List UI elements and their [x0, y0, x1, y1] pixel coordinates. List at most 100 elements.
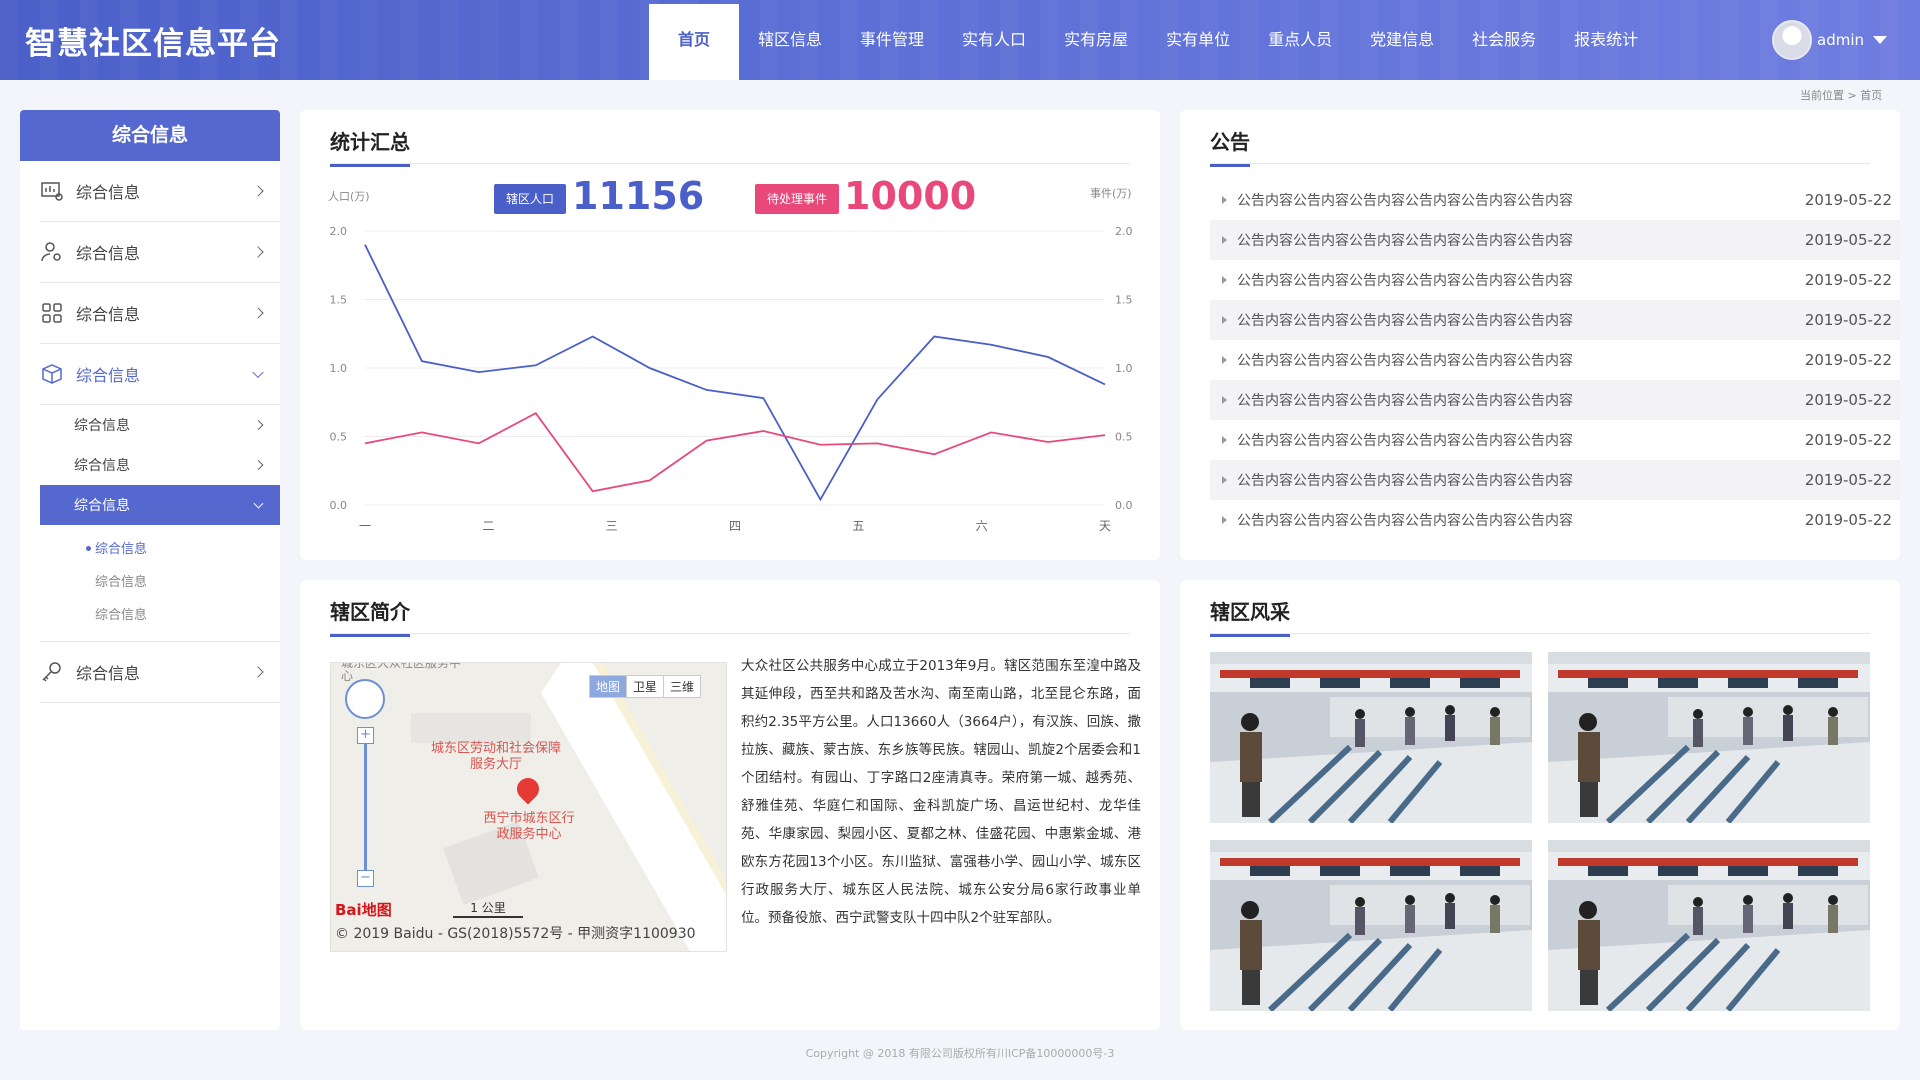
notice-text[interactable]: 公告内容公告内容公告内容公告内容公告内容公告内容 — [1237, 310, 1780, 330]
notice-panel: 公告 公告内容公告内容公告内容公告内容公告内容公告内容 2019-05-22 公告内… — [1180, 110, 1900, 560]
notice-date: 2019-05-22 — [1804, 271, 1892, 289]
gallery-photo[interactable] — [1548, 652, 1870, 823]
sidebar-item-5[interactable]: 综合信息 — [40, 642, 280, 703]
map-copyright: © 2019 Baidu - GS(2018)5572号 - 甲测资字11009… — [335, 926, 696, 942]
y-tick-label: 2.0 — [330, 225, 348, 238]
sidebar-subitem-2[interactable]: 综合信息 — [40, 445, 280, 485]
sidebar-item-3[interactable]: 综合信息 — [40, 283, 280, 344]
baidu-map[interactable]: 城东区大众社区服务中心 地图 卫星 三维 + − 城东区劳动和社会保障服务大厅 … — [330, 662, 727, 952]
avatar[interactable] — [1772, 20, 1812, 60]
notice-row[interactable]: 公告内容公告内容公告内容公告内容公告内容公告内容 2019-05-22 — [1210, 420, 1900, 460]
caret-down-icon[interactable] — [1873, 36, 1887, 44]
y-tick-label: 2.0 — [1115, 225, 1133, 238]
map-zoom-slider[interactable] — [364, 733, 367, 873]
user-name[interactable]: admin — [1817, 31, 1864, 49]
notice-row[interactable]: 公告内容公告内容公告内容公告内容公告内容公告内容 2019-05-22 — [1210, 340, 1900, 380]
notice-row[interactable]: 公告内容公告内容公告内容公告内容公告内容公告内容 2019-05-22 — [1210, 500, 1900, 540]
notice-row[interactable]: 公告内容公告内容公告内容公告内容公告内容公告内容 2019-05-22 — [1210, 300, 1900, 340]
notice-text[interactable]: 公告内容公告内容公告内容公告内容公告内容公告内容 — [1237, 430, 1780, 450]
y-tick-label: 0.5 — [1115, 431, 1133, 444]
notice-text[interactable]: 公告内容公告内容公告内容公告内容公告内容公告内容 — [1237, 390, 1780, 410]
nav-social-service[interactable]: 社会服务 — [1453, 4, 1555, 80]
gallery-photo[interactable] — [1210, 652, 1532, 823]
nav-population[interactable]: 实有人口 — [943, 4, 1045, 80]
notice-row[interactable]: 公告内容公告内容公告内容公告内容公告内容公告内容 2019-05-22 — [1210, 460, 1900, 500]
box-icon — [42, 364, 62, 384]
sidebar-subitem-3[interactable]: 综合信息 — [40, 485, 280, 525]
chevron-right-icon — [252, 246, 264, 258]
bullet-icon — [1222, 236, 1227, 244]
gallery-photo[interactable] — [1210, 840, 1532, 1011]
baidu-logo: Bai地图 — [335, 901, 392, 919]
series-line-2 — [364, 412, 1106, 493]
notice-row[interactable]: 公告内容公告内容公告内容公告内容公告内容公告内容 2019-05-22 — [1210, 180, 1900, 220]
nav-district-info[interactable]: 辖区信息 — [739, 4, 841, 80]
sidebar: 综合信息 综合信息 综合信息 综合信息 综合信息 综合信息 综合信息 综合信息 … — [20, 110, 280, 1030]
nav-housing[interactable]: 实有房屋 — [1045, 4, 1147, 80]
intro-panel: 辖区简介 城东区大众社区服务中心 地图 卫星 三维 + − 城东区劳动和社会保障… — [300, 580, 1160, 1030]
map-pan-control[interactable] — [345, 679, 385, 719]
sidebar-subitem-1[interactable]: 综合信息 — [40, 405, 280, 445]
nav-key-persons[interactable]: 重点人员 — [1249, 4, 1351, 80]
sidebar-subitem-label: 综合信息 — [74, 498, 130, 514]
notice-row[interactable]: 公告内容公告内容公告内容公告内容公告内容公告内容 2019-05-22 — [1210, 220, 1900, 260]
user-menu[interactable]: admin — [1772, 20, 1887, 60]
sidebar-leaf-2[interactable]: 综合信息 — [40, 564, 280, 597]
sidebar-item-label: 综合信息 — [76, 305, 141, 324]
grid-icon — [42, 303, 62, 323]
zoom-in-icon[interactable]: + — [357, 727, 374, 744]
sidebar-item-1[interactable]: 综合信息 — [40, 161, 280, 222]
bullet-icon — [1222, 476, 1227, 484]
notice-date: 2019-05-22 — [1804, 231, 1892, 249]
key-icon — [42, 662, 61, 682]
sidebar-item-2[interactable]: 综合信息 — [40, 222, 280, 283]
chevron-right-icon — [252, 307, 264, 319]
sidebar-item-label: 综合信息 — [76, 664, 141, 683]
chevron-down-icon — [252, 366, 264, 379]
notice-text[interactable]: 公告内容公告内容公告内容公告内容公告内容公告内容 — [1237, 230, 1780, 250]
notice-text[interactable]: 公告内容公告内容公告内容公告内容公告内容公告内容 — [1237, 510, 1780, 530]
map-type-satellite-button[interactable]: 卫星 — [626, 676, 663, 697]
chevron-right-icon — [252, 666, 264, 678]
notice-row[interactable]: 公告内容公告内容公告内容公告内容公告内容公告内容 2019-05-22 — [1210, 260, 1900, 300]
sidebar-item-label: 综合信息 — [76, 244, 141, 263]
sidebar-title: 综合信息 — [20, 110, 280, 161]
monitor-settings-icon — [41, 182, 63, 201]
notice-title: 公告 — [1210, 126, 1250, 167]
nav-units[interactable]: 实有单位 — [1147, 4, 1249, 80]
sidebar-leaf-3[interactable]: 综合信息 — [40, 597, 280, 630]
notice-row[interactable]: 公告内容公告内容公告内容公告内容公告内容公告内容 2019-05-22 — [1210, 380, 1900, 420]
notice-text[interactable]: 公告内容公告内容公告内容公告内容公告内容公告内容 — [1237, 190, 1780, 210]
notice-text[interactable]: 公告内容公告内容公告内容公告内容公告内容公告内容 — [1237, 470, 1780, 490]
map-type-map-button[interactable]: 地图 — [590, 676, 627, 697]
y-tick-label: 1.0 — [330, 362, 348, 375]
line-chart: 0.0 0.0 0.5 0.5 1.0 1.0 1.5 1.5 2.0 2.0 一 二 三 四 五 六 天 — [330, 225, 1133, 533]
sidebar-item-label: 综合信息 — [76, 183, 141, 202]
chevron-down-icon — [253, 498, 264, 509]
notice-date: 2019-05-22 — [1804, 511, 1892, 529]
sidebar-item-4[interactable]: 综合信息 — [40, 344, 280, 405]
x-tick-label: 天 — [1099, 519, 1111, 533]
y-tick-label: 0.0 — [330, 499, 348, 512]
sidebar-leaf-1[interactable]: 综合信息 — [40, 531, 280, 564]
chevron-right-icon — [252, 185, 264, 197]
nav-party-building[interactable]: 党建信息 — [1351, 4, 1453, 80]
sidebar-item-label: 综合信息 — [76, 366, 141, 385]
zoom-out-icon[interactable]: − — [357, 870, 374, 887]
nav-event-management[interactable]: 事件管理 — [841, 4, 943, 80]
poi-admin-center: 西宁市城东区行政服务中心 — [483, 811, 575, 842]
gallery-title: 辖区风采 — [1210, 596, 1290, 637]
bullet-icon — [1222, 436, 1227, 444]
map-type-3d-button[interactable]: 三维 — [663, 676, 700, 697]
nav-home[interactable]: 首页 — [649, 4, 740, 80]
user-settings-icon — [41, 242, 61, 262]
intro-title: 辖区简介 — [330, 596, 410, 637]
notice-date: 2019-05-22 — [1804, 311, 1892, 329]
notice-text[interactable]: 公告内容公告内容公告内容公告内容公告内容公告内容 — [1237, 270, 1780, 290]
nav-report-stats[interactable]: 报表统计 — [1555, 4, 1657, 80]
gallery-photo[interactable] — [1548, 840, 1870, 1011]
gallery-panel: 辖区风采 — [1180, 580, 1900, 1030]
bullet-icon — [1222, 316, 1227, 324]
notice-text[interactable]: 公告内容公告内容公告内容公告内容公告内容公告内容 — [1237, 350, 1780, 370]
y-tick-label: 1.5 — [330, 294, 348, 307]
